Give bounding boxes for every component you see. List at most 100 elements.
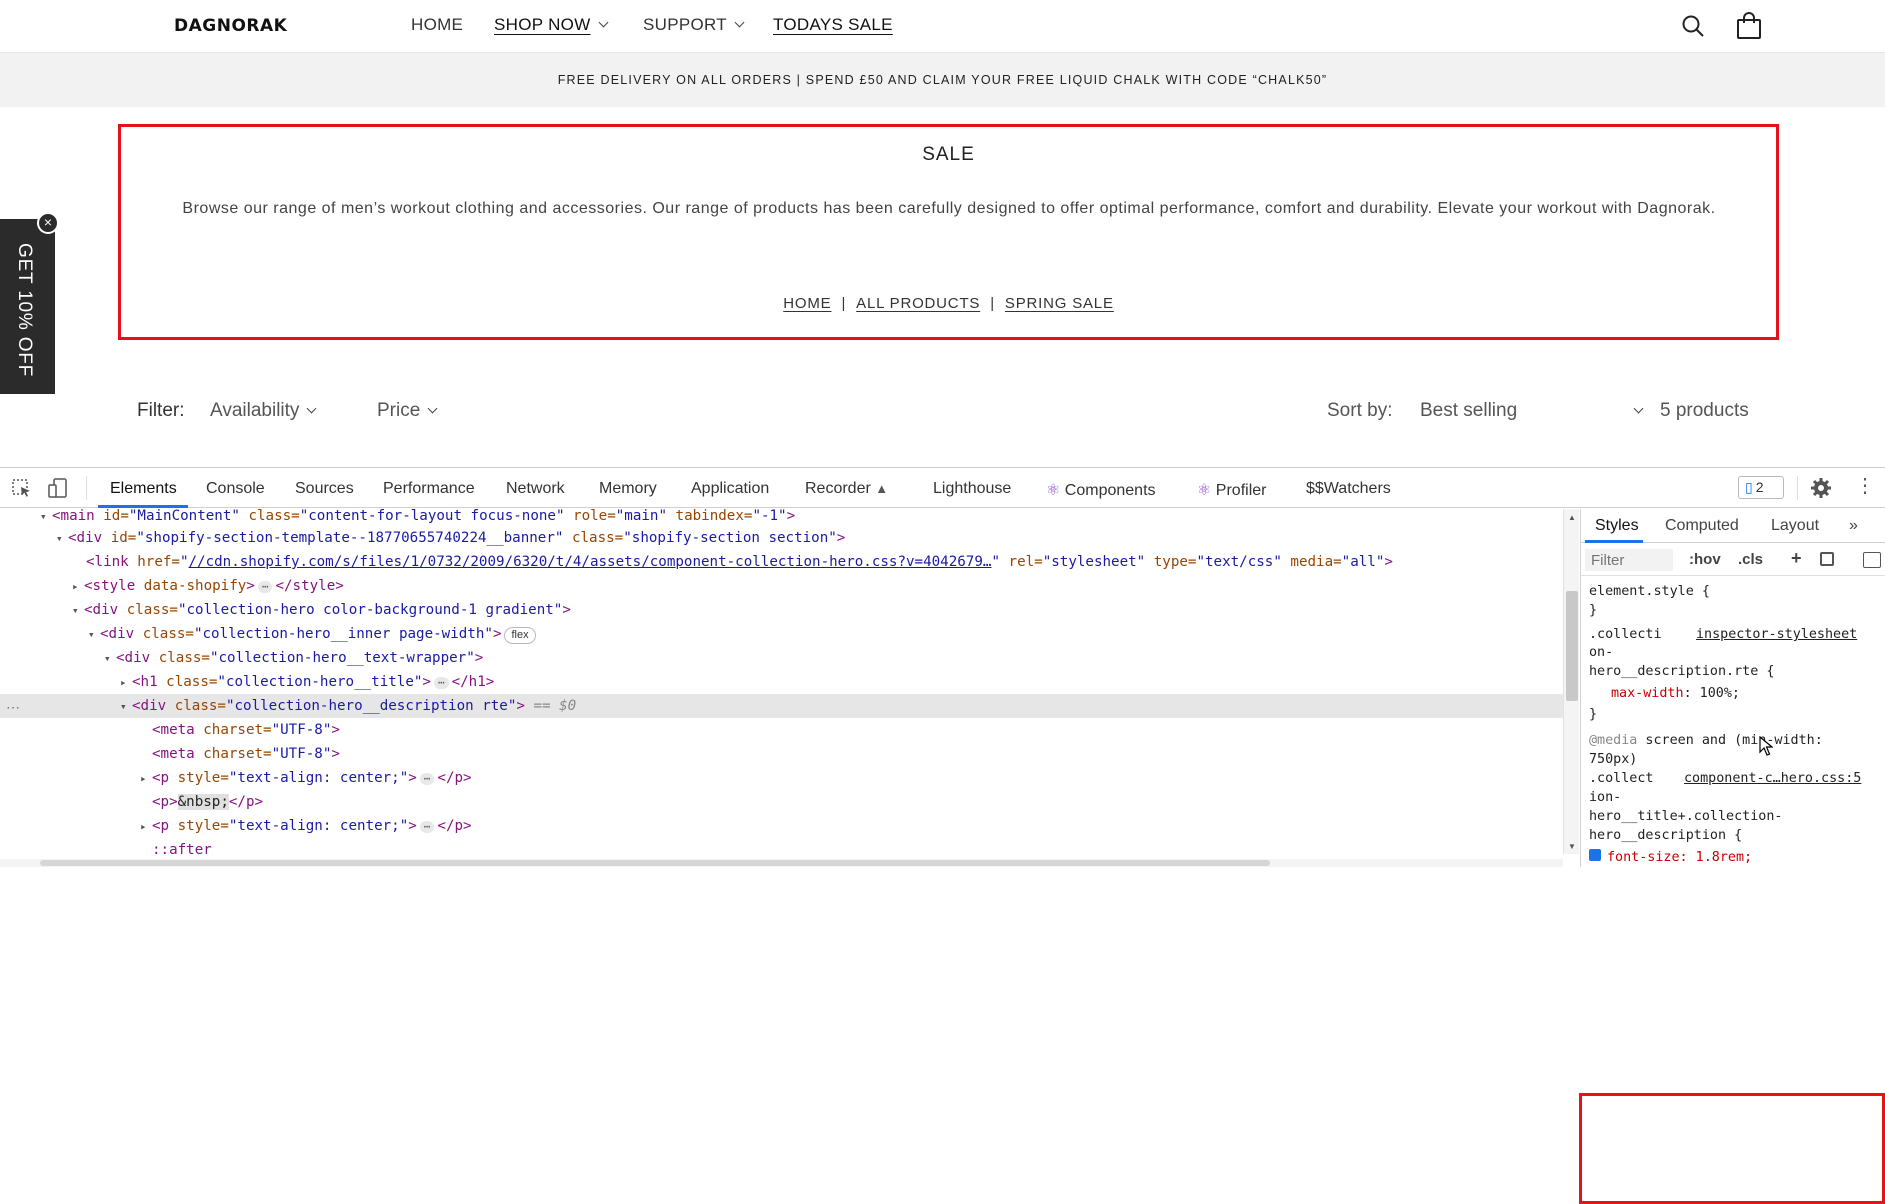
toolbar-divider	[86, 476, 87, 500]
store-logo[interactable]: DAGNORAK	[174, 16, 287, 36]
ellipsis-icon[interactable]: ⋯	[433, 677, 449, 689]
css-rule-highlight	[1579, 1093, 1885, 1204]
cart-icon[interactable]	[1736, 12, 1762, 40]
nav-support[interactable]: SUPPORT	[643, 15, 745, 35]
sidebar-toggle-icon[interactable]	[1863, 552, 1881, 568]
dom-node-p-nbsp[interactable]: <p>&nbsp;</p>	[0, 790, 1563, 814]
dom-node-link[interactable]: <link href="//cdn.shopify.com/s/files/1/…	[0, 550, 1563, 574]
breadcrumb-spring-sale[interactable]: SPRING SALE	[1005, 295, 1114, 312]
css-selector[interactable]: .collect	[1589, 769, 1654, 788]
tab-styles[interactable]: Styles	[1595, 517, 1639, 535]
dom-node-p[interactable]: ▸ <p style="text-align: center;"> ⋯ </p>	[0, 766, 1563, 790]
source-link-text: component-c…hero.css:5	[1684, 771, 1862, 786]
ellipsis-icon[interactable]: ⋯	[419, 821, 435, 833]
attr-value: "stylesheet"	[1042, 554, 1146, 570]
price-filter[interactable]: Price	[377, 400, 438, 422]
css-declaration[interactable]: font-size: 1.8rem;	[1589, 848, 1752, 867]
tab-network[interactable]: Network	[506, 480, 565, 498]
tab-elements[interactable]: Elements	[110, 480, 177, 498]
tab-lighthouse[interactable]: Lighthouse	[933, 480, 1011, 498]
rule-source-link[interactable]: component-c…hero.css:5	[1684, 769, 1861, 788]
tab-computed[interactable]: Computed	[1665, 517, 1739, 535]
nav-home[interactable]: HOME	[411, 15, 463, 35]
dom-node-hero-inner[interactable]: ▾ <div class="collection-hero__inner page…	[0, 622, 1563, 646]
close-icon[interactable]: ×	[37, 212, 59, 234]
collapse-triangle-icon[interactable]: ▾	[120, 695, 132, 719]
gear-icon[interactable]	[1810, 477, 1832, 499]
discount-promo-tab[interactable]: GET 10% OFF	[0, 219, 55, 394]
css-declaration[interactable]: max-width: 100%;	[1611, 684, 1740, 703]
new-style-rule-button[interactable]: +	[1791, 548, 1802, 569]
selector-text: ion-	[1589, 790, 1622, 805]
css-selector[interactable]: .collecti	[1589, 625, 1662, 644]
device-toolbar-icon[interactable]	[47, 478, 69, 498]
tag-end: >	[786, 509, 796, 524]
collapse-triangle-icon[interactable]: ▾	[72, 599, 84, 623]
more-options-icon[interactable]: ⋮	[1855, 476, 1875, 496]
ellipsis-icon[interactable]: ⋯	[257, 581, 273, 593]
dom-node-text-wrapper[interactable]: ▾ <div class="collection-hero__text-wrapp…	[0, 646, 1563, 670]
quote: "	[991, 554, 1000, 570]
ellipsis-icon[interactable]: ⋯	[419, 773, 435, 785]
tab-performance[interactable]: Performance	[383, 480, 475, 498]
tab-application[interactable]: Application	[691, 480, 769, 498]
dom-node-meta[interactable]: <meta charset="UTF-8">	[0, 742, 1563, 766]
class-toggle[interactable]: .cls	[1738, 551, 1763, 568]
tab-memory[interactable]: Memory	[599, 480, 657, 498]
expand-triangle-icon[interactable]: ▸	[140, 767, 152, 791]
nav-shop-now[interactable]: SHOP NOW	[494, 15, 608, 35]
elements-scrollbar[interactable]: ▲ ▼	[1563, 509, 1579, 854]
attr-name: id=	[110, 530, 137, 546]
collapse-triangle-icon[interactable]: ▾	[104, 647, 116, 671]
chevron-down-icon	[734, 17, 745, 28]
stylesheet-link[interactable]: //cdn.shopify.com/s/files/1/0732/2009/63…	[189, 554, 992, 570]
scroll-up-icon[interactable]: ▲	[1568, 513, 1576, 522]
expand-triangle-icon[interactable]: ▸	[72, 575, 84, 599]
dom-node-style[interactable]: ▸ <style data-shopify> ⋯ </style>	[0, 574, 1563, 598]
checkbox[interactable]	[1589, 849, 1601, 861]
chevron-down-icon	[306, 403, 317, 414]
paint-icon[interactable]	[1820, 552, 1834, 566]
dom-node-meta[interactable]: <meta charset="UTF-8">	[0, 718, 1563, 742]
css-property: max-width	[1611, 686, 1684, 701]
tab-recorder[interactable]: Recorder ▲	[805, 480, 888, 498]
dom-node-description-selected[interactable]: ⋯ ▾ <div class="collection-hero__descript…	[0, 694, 1563, 718]
tag-end: >	[562, 602, 571, 618]
sort-select[interactable]: Best selling	[1420, 400, 1644, 422]
collapse-triangle-icon[interactable]: ▾	[56, 527, 68, 551]
tab-components[interactable]: ⚛ Components	[1046, 480, 1156, 500]
styles-filter-input[interactable]	[1585, 549, 1673, 571]
tab-watchers[interactable]: $$Watchers	[1306, 480, 1391, 498]
breadcrumb-all-products[interactable]: ALL PRODUCTS	[856, 295, 980, 312]
expand-triangle-icon[interactable]: ▸	[140, 815, 152, 839]
nav-todays-sale[interactable]: TODAYS SALE	[773, 15, 893, 35]
availability-filter[interactable]: Availability	[210, 400, 317, 422]
issues-badge[interactable]: ▯ 2	[1738, 476, 1784, 499]
breadcrumb-home[interactable]: HOME	[783, 295, 831, 312]
tab-layout[interactable]: Layout	[1771, 517, 1819, 535]
dom-node-p[interactable]: ▸ <p style="text-align: center;"> ⋯ </p>	[0, 814, 1563, 838]
inspect-element-icon[interactable]	[11, 478, 33, 498]
element-style-rule[interactable]: element.style {	[1589, 582, 1710, 601]
dom-node-section[interactable]: ▾ <div id="shopify-section-template--1877…	[0, 526, 1563, 550]
attr-name: class=	[563, 530, 624, 546]
hover-state-toggle[interactable]: :hov	[1689, 551, 1721, 568]
more-tabs-icon[interactable]: »	[1849, 517, 1858, 535]
attr-name: style=	[177, 770, 229, 786]
search-icon[interactable]	[1681, 14, 1705, 38]
rule-source-link[interactable]: inspector-stylesheet	[1696, 625, 1857, 644]
dom-node-collection-hero[interactable]: ▾ <div class="collection-hero color-backg…	[0, 598, 1563, 622]
scrollbar-thumb[interactable]	[40, 860, 1270, 866]
source-link-text: inspector-stylesheet	[1696, 627, 1858, 642]
flex-badge[interactable]: flex	[504, 627, 536, 644]
attr-value: "text/css"	[1196, 554, 1282, 570]
expand-triangle-icon[interactable]: ▸	[120, 671, 132, 695]
tab-profiler[interactable]: ⚛ Profiler	[1197, 480, 1266, 500]
tab-sources[interactable]: Sources	[295, 480, 354, 498]
scrollbar-thumb[interactable]	[1566, 591, 1578, 701]
dom-node-h1[interactable]: ▸ <h1 class="collection-hero__title"> ⋯ </h…	[0, 670, 1563, 694]
collapse-triangle-icon[interactable]: ▾	[88, 623, 100, 647]
tab-console[interactable]: Console	[206, 480, 265, 498]
scroll-down-icon[interactable]: ▼	[1568, 842, 1576, 851]
node-actions-icon[interactable]: ⋯	[6, 695, 20, 719]
